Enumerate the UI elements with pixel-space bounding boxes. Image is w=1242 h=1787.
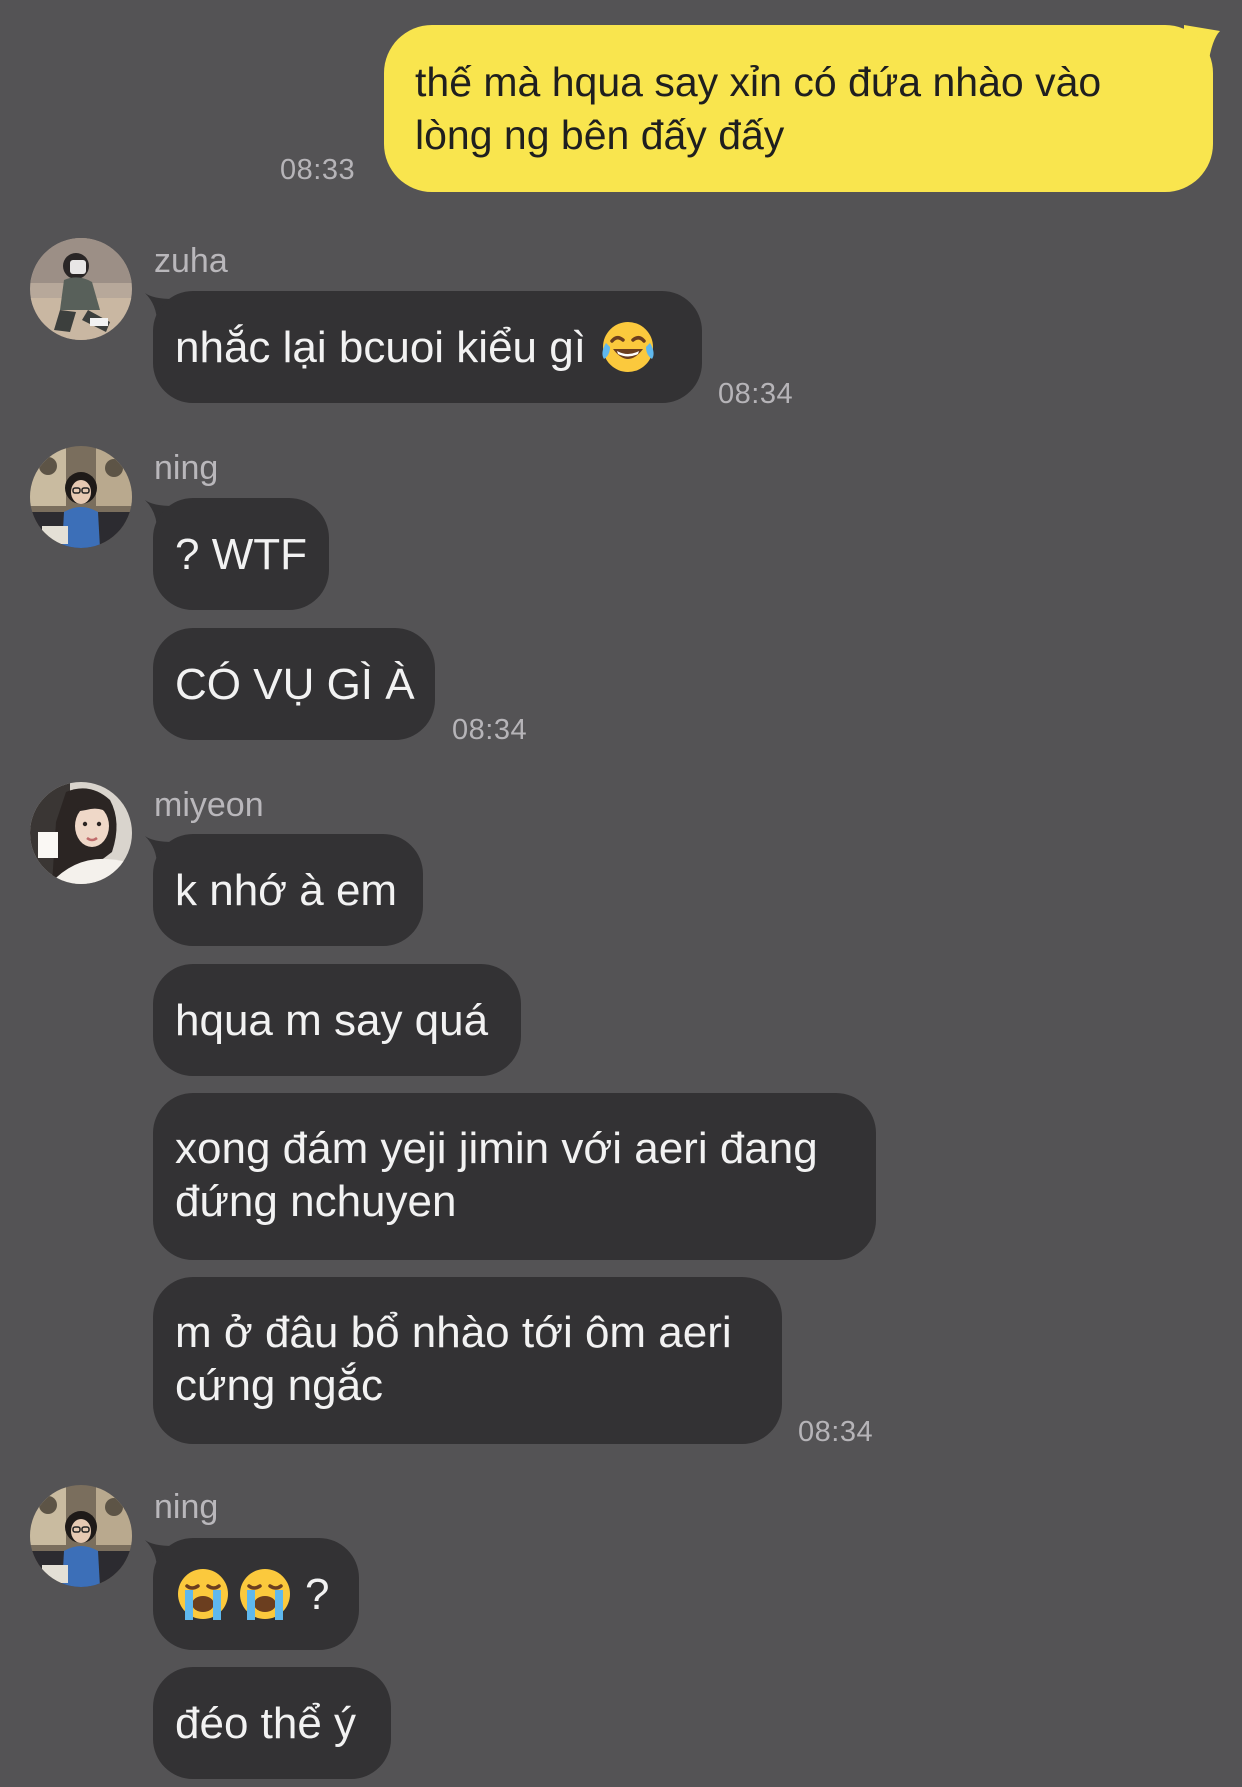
message-text: ? WTF — [175, 529, 307, 579]
avatar-zuha[interactable] — [30, 238, 132, 340]
message-text: CÓ VỤ GÌ À — [175, 659, 415, 709]
message-text: ? — [305, 1569, 330, 1619]
incoming-message-bubble[interactable]: hqua m say quá — [153, 964, 521, 1076]
sender-name: zuha — [154, 242, 228, 280]
incoming-message-bubble[interactable]: k nhớ à em — [153, 834, 423, 946]
message-text: xong đám yeji jimin với aeri đang đứng n… — [175, 1124, 818, 1226]
message-text: hqua m say quá — [175, 995, 489, 1045]
incoming-message-bubble[interactable]: ? WTF — [153, 498, 329, 610]
incoming-message-bubble[interactable]: xong đám yeji jimin với aeri đang đứng n… — [153, 1093, 876, 1260]
avatar-ning[interactable] — [30, 1485, 132, 1587]
message-timestamp: 08:34 — [798, 1416, 874, 1448]
incoming-message-bubble[interactable]: nhắc lại bcuoi kiểu gì — [153, 291, 702, 403]
outgoing-message-bubble[interactable]: thế mà hqua say xỉn có đứa nhào vào lòng… — [384, 25, 1213, 192]
message-text: thế mà hqua say xỉn có đứa nhào vào lòng… — [415, 59, 1102, 158]
sender-name: miyeon — [154, 786, 264, 824]
message-text: m ở đâu bổ nhào tới ôm aeri cứng ngắc — [175, 1308, 732, 1410]
message-timestamp: 08:34 — [452, 714, 528, 746]
incoming-message-bubble[interactable]: đéo thể ý — [153, 1667, 391, 1779]
message-text: nhắc lại bcuoi kiểu gì — [175, 322, 586, 372]
chat-thread[interactable]: 08:33 thế mà hqua say xỉn có đứa nhào và… — [0, 0, 1242, 1787]
avatar-miyeon[interactable] — [30, 782, 132, 884]
incoming-message-bubble[interactable]: CÓ VỤ GÌ À — [153, 628, 435, 740]
incoming-message-bubble[interactable]: ? — [153, 1538, 359, 1650]
face-with-tears-of-joy-icon — [600, 319, 656, 375]
loudly-crying-face-icon — [237, 1566, 293, 1622]
message-timestamp: 08:34 — [718, 378, 794, 410]
avatar-ning[interactable] — [30, 446, 132, 548]
sender-name: ning — [154, 449, 219, 487]
loudly-crying-face-icon — [175, 1566, 231, 1622]
sender-name: ning — [154, 1488, 219, 1526]
message-text: k nhớ à em — [175, 865, 398, 915]
incoming-message-bubble[interactable]: m ở đâu bổ nhào tới ôm aeri cứng ngắc — [153, 1277, 782, 1444]
message-timestamp: 08:33 — [280, 154, 356, 186]
message-text: đéo thể ý — [175, 1698, 357, 1748]
